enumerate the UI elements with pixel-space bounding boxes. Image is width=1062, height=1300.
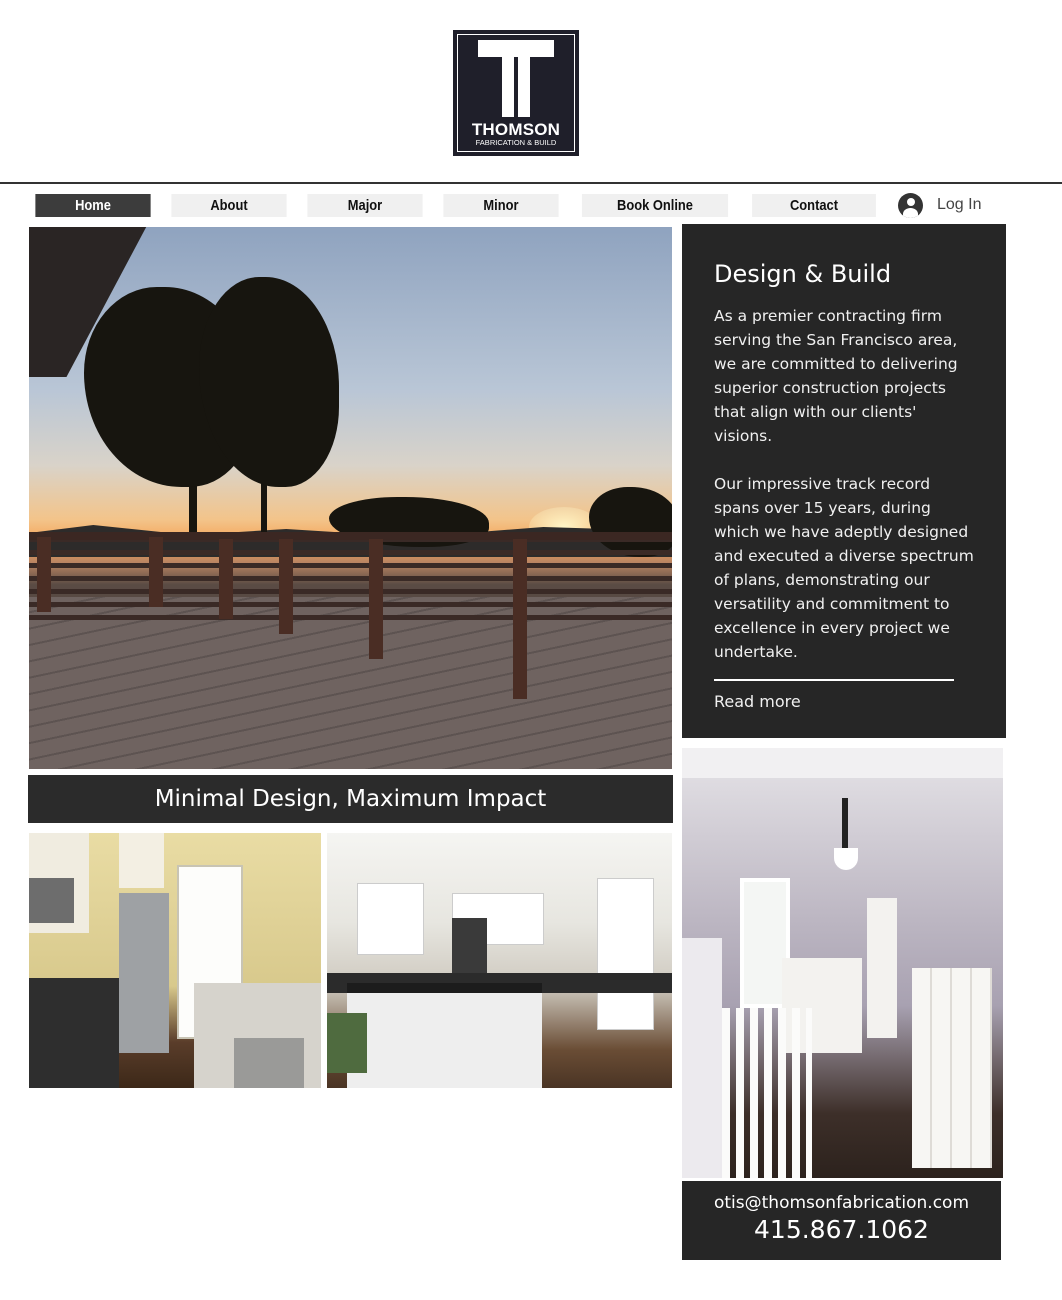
tagline-banner: Minimal Design, Maximum Impact: [28, 775, 673, 823]
hero-deck-photo: [29, 227, 672, 769]
logo-t-stem-right: [518, 57, 530, 117]
nav-item-contact[interactable]: Contact: [752, 194, 876, 217]
nav-item-minor[interactable]: Minor: [443, 194, 559, 217]
logo-t-mark: [478, 40, 554, 57]
deck-railing: [29, 537, 672, 627]
contact-phone[interactable]: 415.867.1062: [682, 1215, 1001, 1244]
design-build-panel: Design & Build As a premier contracting …: [682, 224, 1006, 738]
site-logo[interactable]: THOMSON FABRICATION & BUILD: [453, 30, 579, 156]
logo-subtitle: FABRICATION & BUILD: [475, 138, 557, 147]
panel-body: As a premier contracting firm serving th…: [714, 307, 974, 661]
logo-t-stem-left: [502, 57, 514, 117]
nav-item-home[interactable]: Home: [35, 194, 151, 217]
nav-item-major[interactable]: Major: [307, 194, 423, 217]
login-label[interactable]: Log In: [937, 196, 981, 214]
nav-item-about[interactable]: About: [171, 194, 287, 217]
hallway-photo: [682, 748, 1003, 1178]
header-divider: [0, 182, 1062, 184]
kitchen-photo-2: [327, 833, 672, 1088]
contact-email[interactable]: otis@thomsonfabrication.com: [682, 1193, 1001, 1213]
logo-name: THOMSON: [471, 120, 561, 139]
login-button[interactable]: Log In: [898, 192, 981, 218]
kitchen-photo-1: [29, 833, 321, 1088]
panel-divider: [714, 679, 954, 681]
user-avatar-icon[interactable]: [898, 192, 923, 218]
panel-title: Design & Build: [714, 260, 892, 288]
read-more-link[interactable]: Read more: [714, 692, 801, 711]
contact-box: otis@thomsonfabrication.com 415.867.1062: [682, 1181, 1001, 1260]
nav-item-book-online[interactable]: Book Online: [581, 194, 729, 217]
